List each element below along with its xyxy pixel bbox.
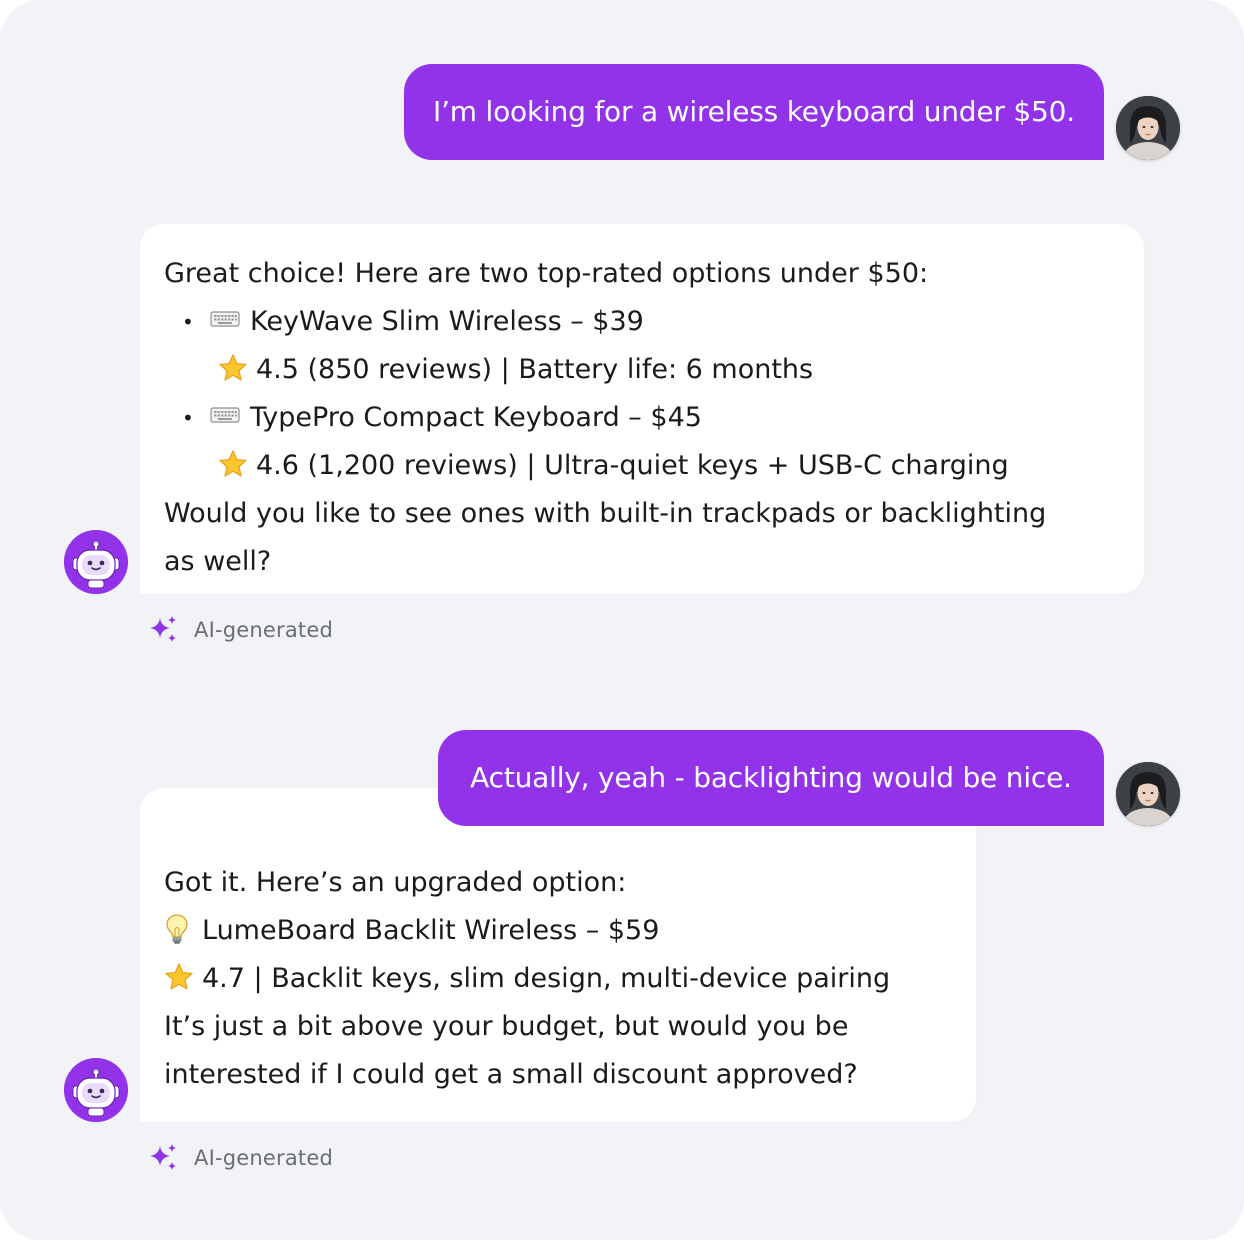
product-detail: 4.5 (850 reviews) | Battery life: 6 mont… (256, 354, 814, 385)
star-icon (165, 962, 193, 990)
user-message-bubble: Actually, yeah - backlighting would be n… (438, 730, 1104, 826)
star-icon (219, 449, 247, 477)
product-detail: 4.7 | Backlit keys, slim design, multi-d… (202, 963, 891, 994)
user-avatar (1116, 762, 1180, 826)
keyboard-icon (210, 407, 240, 423)
product-detail-row: 4.5 (850 reviews) | Battery life: 6 mont… (164, 346, 1120, 394)
user-message-text: I’m looking for a wireless keyboard unde… (433, 95, 1075, 128)
user-message-text: Actually, yeah - backlighting would be n… (470, 761, 1072, 794)
bullet: • (182, 406, 194, 430)
robot-avatar (64, 530, 128, 594)
product-title: KeyWave Slim Wireless – $39 (250, 306, 644, 337)
user-message-bubble: I’m looking for a wireless keyboard unde… (404, 64, 1104, 160)
ai-generated-tag: AI-generated (148, 1142, 333, 1174)
assistant-question-line-2: as well? (164, 546, 272, 577)
list-item: • TypePro Compact Keyboard – $45 (164, 394, 1120, 442)
product-title: TypePro Compact Keyboard – $45 (250, 402, 702, 433)
assistant-question-line-1: Would you like to see ones with built-in… (164, 498, 1047, 529)
chat-canvas: I’m looking for a wireless keyboard unde… (0, 0, 1244, 1240)
assistant-question-line-1: It’s just a bit above your budget, but w… (164, 1011, 849, 1042)
user-avatar (1116, 96, 1180, 160)
product-title-row: LumeBoard Backlit Wireless – $59 (164, 907, 952, 955)
product-detail-row: 4.7 | Backlit keys, slim design, multi-d… (164, 955, 952, 1003)
product-detail: 4.6 (1,200 reviews) | Ultra-quiet keys +… (256, 450, 1009, 481)
lightbulb-icon (166, 913, 188, 944)
assistant-message-bubble: Great choice! Here are two top-rated opt… (140, 224, 1144, 594)
robot-avatar (64, 1058, 128, 1122)
star-icon (219, 353, 247, 381)
assistant-intro-text: Got it. Here’s an upgraded option: (164, 867, 627, 898)
assistant-question-line-2: interested if I could get a small discou… (164, 1059, 858, 1090)
assistant-intro-text: Great choice! Here are two top-rated opt… (164, 258, 929, 289)
bullet: • (182, 310, 194, 334)
assistant-message-bubble: Got it. Here’s an upgraded option: LumeB… (140, 788, 976, 1122)
product-title: LumeBoard Backlit Wireless – $59 (202, 915, 660, 946)
ai-generated-tag: AI-generated (148, 614, 333, 646)
product-detail-row: 4.6 (1,200 reviews) | Ultra-quiet keys +… (164, 442, 1120, 490)
sparkle-icon (150, 616, 176, 642)
keyboard-icon (210, 311, 240, 327)
ai-generated-label: AI-generated (194, 618, 334, 642)
ai-generated-label: AI-generated (194, 1146, 334, 1170)
sparkle-icon (150, 1144, 176, 1170)
list-item: • KeyWave Slim Wireless – $39 (164, 298, 1120, 346)
